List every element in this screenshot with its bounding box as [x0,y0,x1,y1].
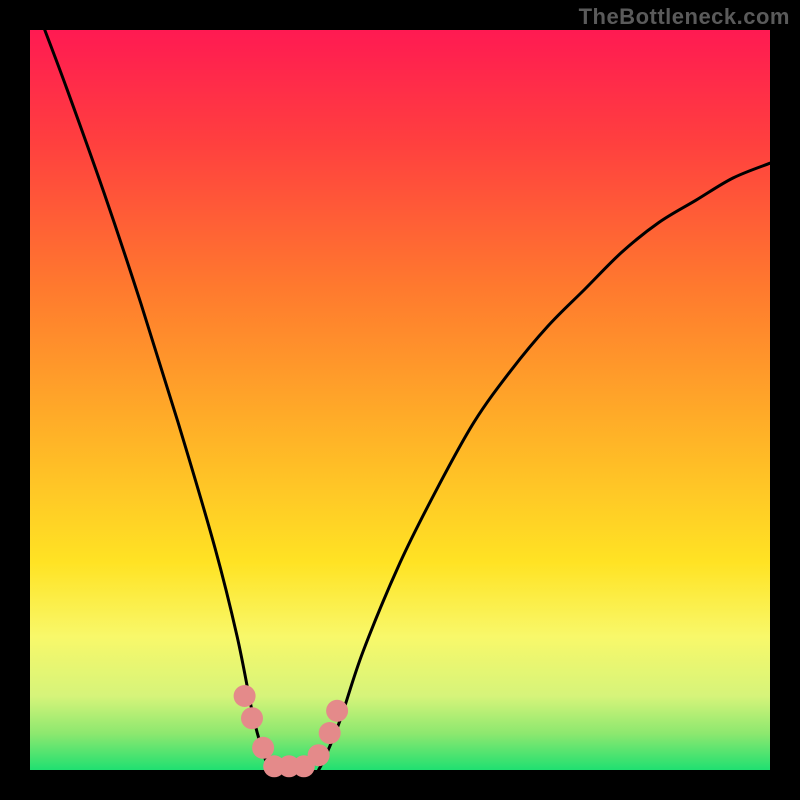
marker-point [234,685,256,707]
plot-background [30,30,770,770]
marker-point [319,722,341,744]
marker-point [326,700,348,722]
marker-point [241,707,263,729]
marker-point [308,744,330,766]
marker-point [252,737,274,759]
bottleneck-chart [0,0,800,800]
chart-frame: TheBottleneck.com [0,0,800,800]
watermark-text: TheBottleneck.com [579,4,790,30]
